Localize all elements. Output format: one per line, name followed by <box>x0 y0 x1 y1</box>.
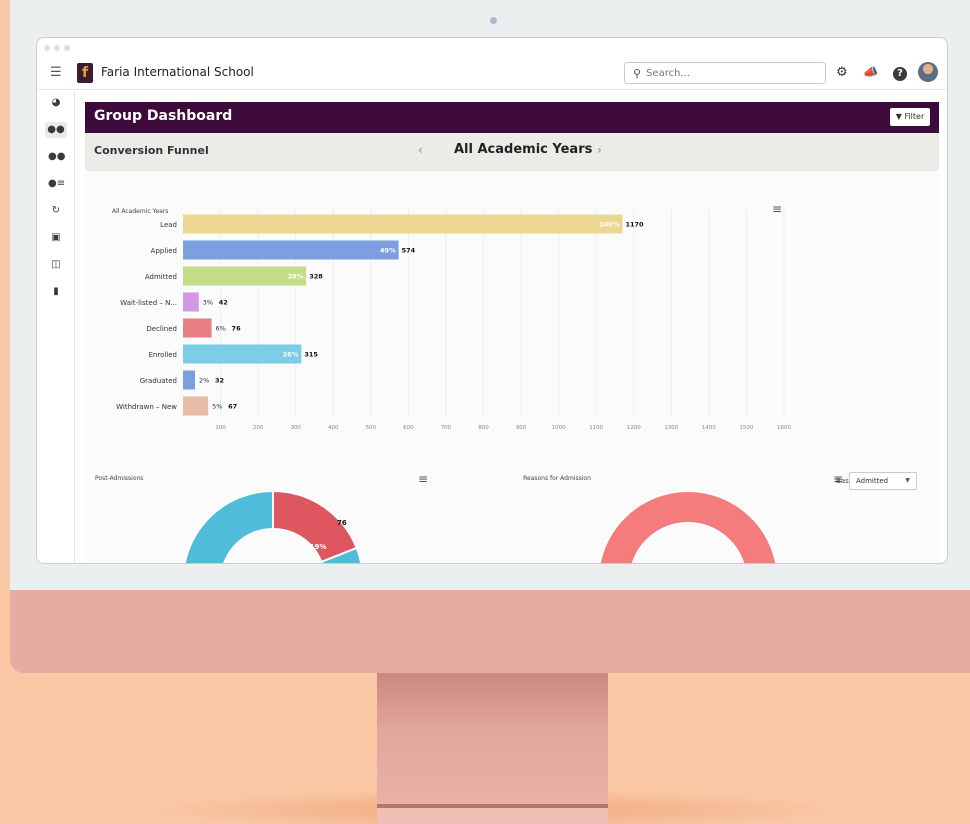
dashboard-header: Group Dashboard ▼ Filter <box>85 102 939 133</box>
x-tick-label: 700 <box>441 425 452 431</box>
top-bar: ☰ f Faria International School ⚲ Search.… <box>37 58 947 90</box>
bar <box>183 240 399 260</box>
bar-value-label: 328 <box>309 273 323 281</box>
megaphone-icon[interactable]: 📣 <box>863 65 878 79</box>
bar-percent-label: 3% <box>203 299 213 307</box>
slice-percent-label: 19% <box>310 543 327 551</box>
bar-percent-label: 100% <box>599 221 620 229</box>
caret-down-icon: ▼ <box>905 477 910 484</box>
category-label: Wait-listed – N... <box>120 299 177 307</box>
bar <box>183 396 209 416</box>
bar-percent-label: 2% <box>199 377 209 385</box>
dashboard-gauge-icon[interactable]: ◕ <box>48 95 64 111</box>
sidebar: ◕ ●● ●● ●≡ ↻ ▣ ◫ ▮ <box>37 91 75 563</box>
maximize-dot[interactable] <box>64 45 70 51</box>
bar-percent-label: 26% <box>283 351 299 359</box>
user-avatar[interactable] <box>918 62 938 82</box>
category-label: Lead <box>160 221 177 229</box>
money-icon[interactable]: ▣ <box>48 230 64 246</box>
category-label: Declined <box>146 325 177 333</box>
users-icon[interactable]: ●● <box>48 149 65 165</box>
x-tick-label: 1000 <box>552 425 566 431</box>
x-tick-label: 300 <box>290 425 301 431</box>
x-tick-label: 100 <box>215 425 226 431</box>
category-label: Enrolled <box>148 351 177 359</box>
chart-panel: All Academic Years 100 200 300 400 500 600 700 8… <box>85 181 939 563</box>
bar-value-label: 67 <box>228 403 237 411</box>
app-window: ☰ f Faria International School ⚲ Search.… <box>36 37 948 564</box>
group-icon[interactable]: ●● <box>45 122 67 138</box>
school-logo: f <box>77 63 93 83</box>
window-controls <box>44 45 70 51</box>
post-admissions-title: Post-Admissions <box>95 475 143 482</box>
search-icon: ⚲ <box>633 66 642 80</box>
category-label: Admitted <box>145 273 177 281</box>
bar <box>183 292 199 312</box>
x-tick-label: 1200 <box>627 425 641 431</box>
bar-value-label: 76 <box>232 325 242 333</box>
donut-slice <box>598 489 778 563</box>
bar-value-label: 574 <box>402 247 416 255</box>
bar-chart-icon[interactable]: ▮ <box>48 284 64 300</box>
funnel-chart-title: All Academic Years <box>112 208 168 215</box>
bar-value-label: 1170 <box>625 221 644 229</box>
page-title: Group Dashboard <box>94 108 233 124</box>
filter-button[interactable]: ▼ Filter <box>890 108 930 126</box>
funnel-chart-menu-icon[interactable]: ≡ <box>772 202 782 216</box>
x-tick-label: 400 <box>328 425 339 431</box>
x-tick-label: 800 <box>478 425 489 431</box>
refresh-icon[interactable]: ↻ <box>48 203 64 219</box>
x-tick-label: 500 <box>366 425 377 431</box>
stand-base <box>377 808 608 824</box>
bar-value-label: 315 <box>304 351 318 359</box>
bar-percent-label: 49% <box>380 247 396 255</box>
close-dot[interactable] <box>44 45 50 51</box>
reasons-title: Reasons for Admission <box>523 475 591 482</box>
bar-value-label: 42 <box>219 299 228 307</box>
minimize-dot[interactable] <box>54 45 60 51</box>
funnel-bar: Conversion Funnel ‹ All Academic Years › <box>85 133 939 171</box>
bar-percent-label: 28% <box>288 273 304 281</box>
bar-percent-label: 6% <box>216 325 226 333</box>
bar-percent-label: 5% <box>212 403 222 411</box>
x-tick-label: 600 <box>403 425 414 431</box>
database-icon[interactable]: ◫ <box>48 257 64 273</box>
post-admissions-menu-icon[interactable]: ≡ <box>418 472 428 486</box>
year-title: All Academic Years <box>454 142 593 157</box>
chevron-right-icon[interactable]: › <box>597 143 602 157</box>
bar <box>183 214 623 234</box>
help-icon[interactable]: ? <box>893 67 907 81</box>
chevron-left-icon[interactable]: ‹ <box>418 143 423 157</box>
user-list-icon[interactable]: ●≡ <box>48 176 65 192</box>
search-placeholder: Search... <box>646 67 690 79</box>
category-label: Applied <box>151 247 177 255</box>
filter-icon: ▼ <box>895 112 902 121</box>
bar-value-label: 32 <box>215 377 224 385</box>
category-label: Graduated <box>140 377 177 385</box>
monitor-camera <box>490 17 497 24</box>
main-content: Group Dashboard ▼ Filter Conversion Funn… <box>85 102 939 563</box>
monitor-chin <box>10 590 970 673</box>
x-tick-label: 200 <box>253 425 264 431</box>
funnel-title: Conversion Funnel <box>94 144 209 157</box>
base-select[interactable]: Admitted ▼ <box>849 472 917 490</box>
bar <box>183 318 212 338</box>
category-label: Withdrawn – New <box>116 403 177 411</box>
slice-value-label: 76 <box>337 519 347 527</box>
bar <box>183 370 196 390</box>
monitor-stand <box>377 673 608 824</box>
x-tick-label: 1500 <box>739 425 753 431</box>
gear-icon[interactable]: ⚙ <box>836 65 848 80</box>
x-tick-label: 1300 <box>664 425 678 431</box>
x-tick-label: 1400 <box>702 425 716 431</box>
search-input[interactable]: ⚲ Search... <box>624 62 826 84</box>
x-tick-label: 1600 <box>777 425 791 431</box>
school-name[interactable]: Faria International School <box>101 65 254 79</box>
charts-svg: All Academic Years 100 200 300 400 500 600 700 8… <box>95 208 791 563</box>
x-tick-label: 1100 <box>589 425 603 431</box>
hamburger-menu-icon[interactable]: ☰ <box>50 65 62 80</box>
x-tick-label: 900 <box>516 425 527 431</box>
